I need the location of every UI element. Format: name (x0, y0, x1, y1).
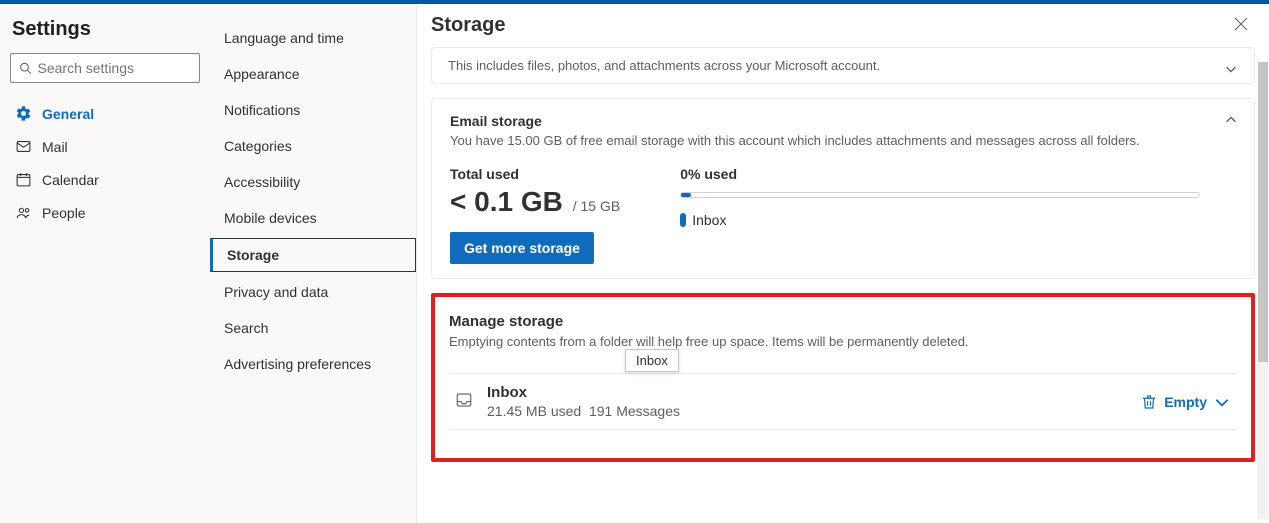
total-used-value-row: < 0.1 GB / 15 GB (450, 186, 620, 218)
account-storage-toggle[interactable] (1224, 62, 1238, 79)
subnav-advertising-preferences[interactable]: Advertising preferences (210, 348, 416, 380)
people-icon (14, 204, 32, 221)
account-storage-desc: This includes files, photos, and attachm… (448, 58, 880, 73)
folder-name: Inbox (487, 384, 680, 401)
calendar-icon (14, 171, 32, 188)
usage-legend: Inbox (680, 212, 1200, 228)
nav-general-label: General (42, 106, 94, 122)
folder-size: 21.45 MB used (487, 403, 581, 419)
subnav-categories[interactable]: Categories (210, 130, 416, 162)
nav-people[interactable]: People (10, 196, 200, 229)
subnav-accessibility[interactable]: Accessibility (210, 166, 416, 198)
subnav-storage[interactable]: Storage (210, 238, 416, 272)
total-used-label: Total used (450, 166, 620, 182)
percent-used-label: 0% used (680, 166, 1200, 182)
folder-details: 21.45 MB used 191 Messages (487, 403, 680, 419)
content-scroll[interactable]: This includes files, photos, and attachm… (417, 47, 1269, 523)
manage-storage-desc: Emptying contents from a folder will hel… (449, 334, 1237, 349)
usage-progress-fill (681, 193, 691, 197)
close-button[interactable] (1233, 16, 1249, 35)
nav-calendar[interactable]: Calendar (10, 163, 200, 196)
empty-folder-button[interactable]: Empty (1140, 393, 1231, 411)
content-header: Storage (417, 4, 1269, 47)
scrollbar[interactable] (1258, 62, 1268, 519)
settings-content: Storage This includes files, photos, and… (416, 4, 1269, 523)
legend-swatch-inbox (680, 213, 686, 227)
settings-subnav: Language and time Appearance Notificatio… (210, 4, 416, 523)
nav-people-label: People (42, 205, 86, 221)
search-input[interactable] (38, 60, 192, 76)
subnav-search[interactable]: Search (210, 312, 416, 344)
settings-layout: Settings General Mail Calendar (0, 4, 1269, 523)
folder-row-inbox: Inbox 21.45 MB used 191 Messages Empty (449, 373, 1237, 430)
usage-chart-block: 0% used Inbox (680, 166, 1200, 228)
settings-title: Settings (12, 18, 200, 41)
usage-row: Total used < 0.1 GB / 15 GB Get more sto… (450, 166, 1236, 264)
chevron-down-icon (1224, 62, 1238, 76)
folder-info: Inbox 21.45 MB used 191 Messages (487, 384, 680, 419)
gear-icon (14, 105, 32, 122)
empty-label: Empty (1164, 394, 1207, 410)
page-title: Storage (431, 14, 505, 37)
chevron-up-icon (1224, 113, 1238, 127)
chevron-down-icon (1213, 393, 1231, 411)
nav-general[interactable]: General (10, 97, 200, 130)
mail-icon (14, 138, 32, 155)
usage-progress-bar (680, 192, 1200, 198)
subnav-mobile-devices[interactable]: Mobile devices (210, 202, 416, 234)
nav-calendar-label: Calendar (42, 172, 99, 188)
subnav-language-and-time[interactable]: Language and time (210, 22, 416, 54)
total-used-value: < 0.1 GB (450, 186, 563, 217)
close-icon (1233, 16, 1249, 32)
email-storage-card: Email storage You have 15.00 GB of free … (431, 98, 1255, 279)
nav-mail[interactable]: Mail (10, 130, 200, 163)
trash-icon (1140, 393, 1158, 411)
inbox-icon (455, 391, 473, 412)
nav-mail-label: Mail (42, 139, 68, 155)
search-icon (19, 61, 32, 75)
get-more-storage-button[interactable]: Get more storage (450, 232, 594, 264)
manage-storage-highlight: Manage storage Emptying contents from a … (431, 293, 1255, 462)
email-storage-toggle[interactable] (1224, 113, 1238, 130)
total-capacity: / 15 GB (573, 198, 620, 214)
settings-sidebar: Settings General Mail Calendar (0, 4, 210, 523)
email-storage-desc: You have 15.00 GB of free email storage … (450, 133, 1236, 148)
scrollbar-thumb[interactable] (1258, 62, 1268, 362)
folder-message-count: 191 Messages (589, 403, 680, 419)
search-settings-wrapper[interactable] (10, 53, 200, 83)
total-used-block: Total used < 0.1 GB / 15 GB Get more sto… (450, 166, 620, 264)
subnav-appearance[interactable]: Appearance (210, 58, 416, 90)
account-storage-card: This includes files, photos, and attachm… (431, 47, 1255, 84)
inbox-tooltip: Inbox (625, 349, 679, 372)
manage-storage-title: Manage storage (449, 313, 1237, 330)
subnav-privacy-and-data[interactable]: Privacy and data (210, 276, 416, 308)
legend-label-inbox: Inbox (692, 212, 726, 228)
email-storage-title: Email storage (450, 113, 1236, 129)
subnav-notifications[interactable]: Notifications (210, 94, 416, 126)
